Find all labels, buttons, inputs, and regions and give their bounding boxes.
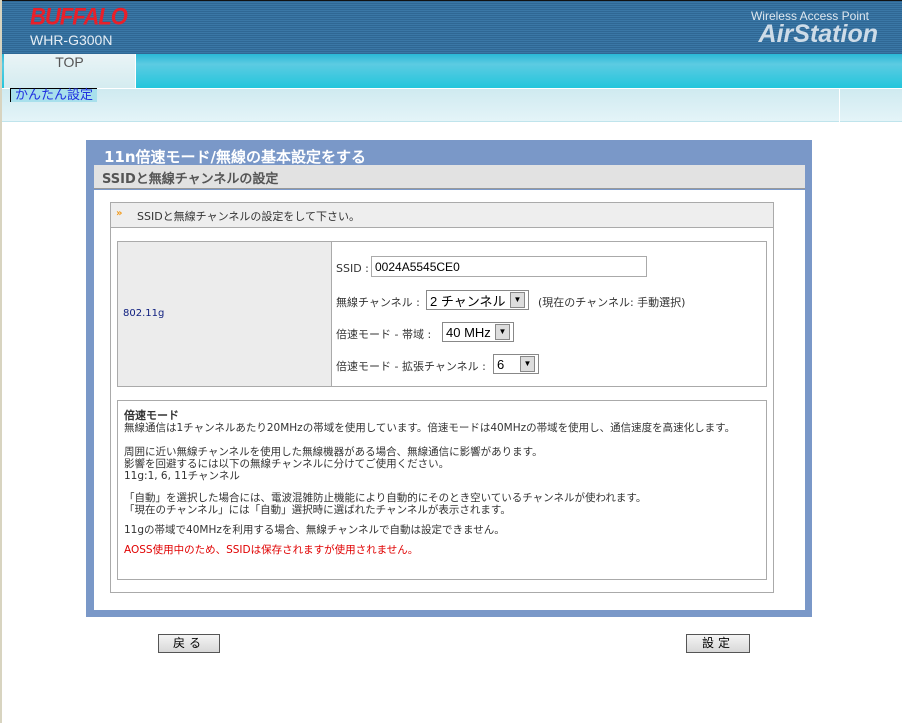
ext-channel-label: 倍速モード - 拡張チャンネル : bbox=[336, 360, 486, 373]
description-box: 倍速モード 無線通信は1チャンネルあたり20MHzの帯域を使用しています。倍速モ… bbox=[117, 400, 767, 580]
section-title: SSIDと無線チャンネルの設定 bbox=[94, 165, 805, 189]
instruction: SSIDと無線チャンネルの設定をして下さい。 bbox=[110, 202, 774, 228]
ssid-label: SSID : bbox=[336, 262, 369, 275]
description-text: 周囲に近い無線チャンネルを使用した無線機器がある場合、無線通信に影響があります。 bbox=[124, 446, 543, 458]
description-text: 11gの帯域で40MHzを利用する場合、無線チャンネルで自動は設定できません。 bbox=[124, 524, 505, 536]
description-text: 影響を回避するには以下の無線チャンネルに分けてご使用ください。 bbox=[124, 458, 450, 470]
chevron-down-icon: ▼ bbox=[495, 324, 510, 340]
current-channel-note: (現在のチャンネル: 手動選択) bbox=[538, 296, 686, 309]
channel-value: 2 チャンネル bbox=[430, 293, 506, 309]
arrow-icon: » bbox=[116, 208, 123, 219]
channel-select[interactable]: 2 チャンネル ▼ bbox=[426, 290, 529, 310]
sub-tab-easy-setup[interactable]: かんたん設定 bbox=[10, 88, 98, 103]
description-text: 「自動」を選択した場合には、電波混雑防止機能により自動的にそのとき空いているチャ… bbox=[124, 492, 647, 504]
bandwidth-label: 倍速モード - 帯域 : bbox=[336, 328, 432, 341]
back-button[interactable]: 戻る bbox=[158, 634, 220, 653]
ext-channel-value: 6 bbox=[497, 356, 505, 372]
description-text: 無線通信は1チャンネルあたり20MHzの帯域を使用しています。倍速モードは40M… bbox=[124, 422, 736, 434]
airstation-logo: AirStation bbox=[758, 20, 878, 48]
chevron-down-icon: ▼ bbox=[510, 292, 525, 308]
channel-label: 無線チャンネル : bbox=[336, 296, 420, 309]
page-title: 11n倍速モード/無線の基本設定をする bbox=[104, 148, 367, 166]
description-text: 「現在のチャンネル」には「自動」選択時に選ばれたチャンネルが表示されます。 bbox=[124, 504, 511, 516]
description-heading: 倍速モード bbox=[124, 409, 179, 422]
model-name: WHR-G300N bbox=[30, 32, 113, 48]
chevron-down-icon: ▼ bbox=[520, 356, 535, 372]
description-text: 11g:1, 6, 11チャンネル bbox=[124, 470, 240, 482]
sub-nav-bar bbox=[2, 88, 902, 122]
buffalo-logo: BUFFALO bbox=[30, 2, 128, 31]
standard-label: 802.11g bbox=[123, 308, 165, 319]
divider bbox=[839, 88, 840, 122]
tab-top[interactable]: TOP bbox=[4, 54, 136, 88]
nav-bar bbox=[2, 54, 902, 88]
ext-channel-select[interactable]: 6 ▼ bbox=[493, 354, 539, 374]
bandwidth-select[interactable]: 40 MHz ▼ bbox=[442, 322, 514, 342]
ssid-input[interactable] bbox=[371, 256, 647, 277]
apply-button[interactable]: 設定 bbox=[686, 634, 750, 653]
bandwidth-value: 40 MHz bbox=[446, 324, 491, 340]
warning-text: AOSS使用中のため、SSIDは保存されますが使用されません。 bbox=[124, 544, 419, 556]
